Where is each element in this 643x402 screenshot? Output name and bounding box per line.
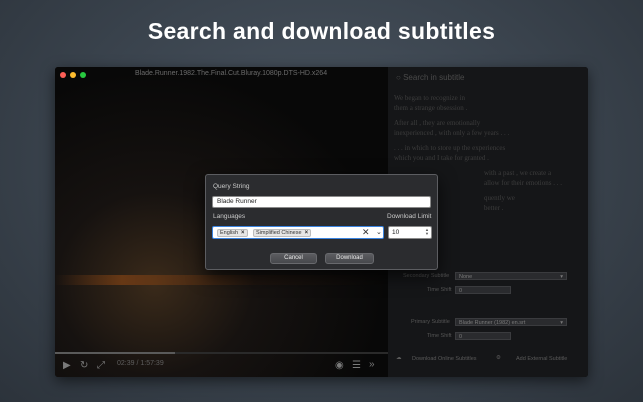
playback-time: 02:39 / 1:57:39 bbox=[117, 360, 164, 367]
gear-icon[interactable]: ⚙ bbox=[496, 355, 501, 361]
forward-icon[interactable]: » bbox=[369, 358, 375, 372]
subtitle-search[interactable]: ○ Search in subtitle bbox=[396, 73, 464, 82]
secondary-subtitle-select[interactable]: None ▾ bbox=[455, 272, 567, 280]
search-icon: ○ bbox=[396, 73, 401, 82]
dropdown-icon: ▾ bbox=[560, 320, 563, 326]
subtitle-line[interactable]: We began to recognize in them a strange o… bbox=[394, 93, 584, 113]
clear-icon[interactable]: ✕ bbox=[362, 227, 370, 238]
languages-label: Languages bbox=[213, 213, 246, 220]
minimize-window-button[interactable] bbox=[70, 72, 76, 78]
time-shift-label: Time Shift bbox=[427, 287, 452, 293]
languages-token-field[interactable]: English × Simplified Chinese × ✕ ⌄ bbox=[212, 226, 384, 239]
download-limit-stepper[interactable]: 10 ▲ ▼ bbox=[388, 226, 432, 239]
subtitle-line[interactable]: After all , they are emotionally inexperi… bbox=[394, 118, 584, 138]
playback-controls: ▶ ↻ ⤢ 02:39 / 1:57:39 ◉ ☰ » bbox=[55, 357, 388, 377]
loop-icon[interactable]: ↻ bbox=[80, 359, 88, 373]
subtitle-icon[interactable]: ◉ bbox=[335, 359, 344, 373]
play-icon[interactable]: ▶ bbox=[63, 359, 71, 373]
download-limit-value: 10 bbox=[392, 229, 400, 236]
chevron-down-icon[interactable]: ⌄ bbox=[376, 228, 382, 237]
primary-subtitle-select[interactable]: Blade Runner (1982) en.srt ▾ bbox=[455, 318, 567, 326]
language-token[interactable]: Simplified Chinese × bbox=[253, 229, 312, 237]
time-shift-input[interactable]: 0 bbox=[455, 332, 511, 340]
language-token[interactable]: English × bbox=[217, 229, 248, 237]
sidebar-footer: ☁ Download Online Subtitles ⚙ Add Extern… bbox=[388, 353, 588, 367]
close-window-button[interactable] bbox=[60, 72, 66, 78]
download-button[interactable]: Download bbox=[325, 253, 374, 264]
playback-progress-fill bbox=[55, 352, 175, 354]
cancel-button[interactable]: Cancel bbox=[270, 253, 317, 264]
headline: Search and download subtitles bbox=[147, 18, 496, 44]
time-shift-label: Time Shift bbox=[427, 333, 452, 339]
subtitle-search-placeholder: Search in subtitle bbox=[403, 73, 465, 82]
remove-token-icon[interactable]: × bbox=[241, 230, 245, 236]
video-horizon bbox=[55, 275, 388, 285]
window-controls bbox=[60, 72, 86, 78]
dropdown-icon: ▾ bbox=[560, 274, 563, 280]
cloud-icon: ☁ bbox=[396, 355, 402, 361]
add-external-subtitle-button[interactable]: Add External Subtitle bbox=[516, 356, 567, 362]
remove-token-icon[interactable]: × bbox=[305, 230, 309, 236]
list-icon[interactable]: ☰ bbox=[352, 359, 361, 373]
download-limit-label: Download Limit bbox=[387, 213, 432, 220]
time-shift-input[interactable]: 0 bbox=[455, 286, 511, 294]
window-title: Blade.Runner.1982.The.Final.Cut.Bluray.1… bbox=[135, 70, 328, 77]
secondary-subtitle-label: Secondary Subtitle bbox=[403, 273, 450, 279]
primary-subtitle-label: Primary Subtitle bbox=[411, 319, 450, 325]
subtitle-line[interactable]: . . . in which to store up the experienc… bbox=[394, 143, 584, 163]
download-online-subtitles-button[interactable]: Download Online Subtitles bbox=[412, 356, 477, 362]
zoom-window-button[interactable] bbox=[80, 72, 86, 78]
query-string-label: Query String bbox=[213, 183, 250, 190]
subtitle-search-dialog: Query String Blade Runner Languages Down… bbox=[205, 174, 438, 270]
stepper-arrows-icon[interactable]: ▲ ▼ bbox=[424, 228, 430, 237]
playback-progress-bar[interactable] bbox=[55, 352, 388, 354]
query-string-input[interactable]: Blade Runner bbox=[212, 196, 431, 208]
fullscreen-icon[interactable]: ⤢ bbox=[97, 359, 105, 373]
